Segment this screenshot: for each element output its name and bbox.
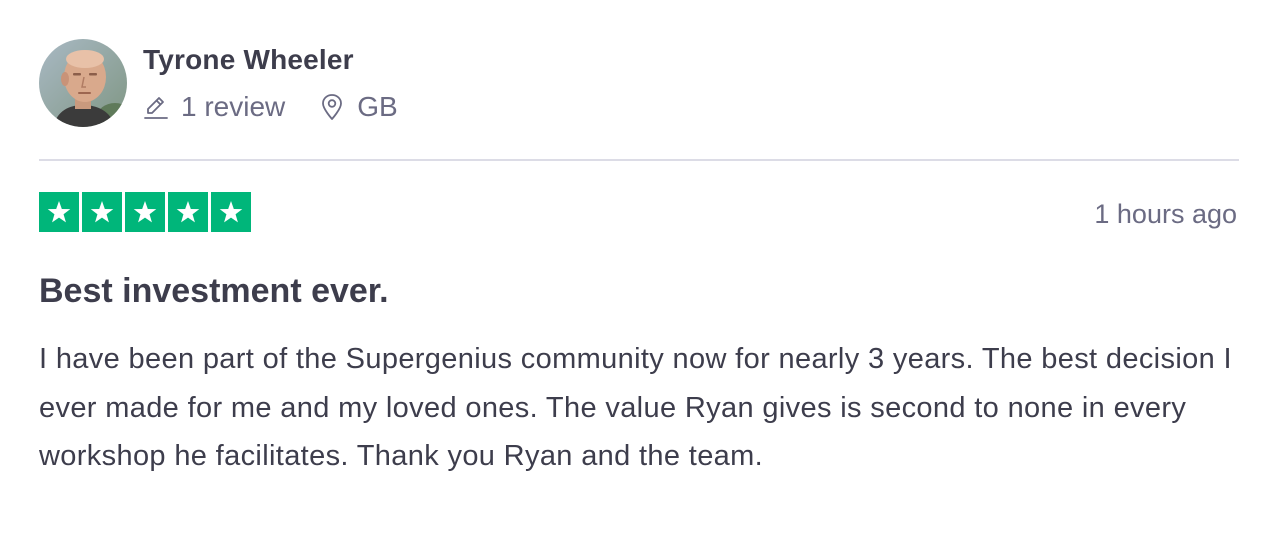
location-label: GB <box>357 91 398 122</box>
pencil-icon <box>144 97 168 119</box>
location-pin-icon <box>322 94 343 120</box>
star-1 <box>39 192 79 232</box>
review-body: I have been part of the Supergenius comm… <box>39 343 1232 472</box>
star-icon <box>133 200 157 223</box>
star-4 <box>168 192 208 232</box>
consumer-meta: 1 review GB <box>143 91 398 123</box>
review-count: 1 review <box>143 91 285 123</box>
review-count-label: 1 review <box>181 91 286 122</box>
star-icon <box>176 200 200 223</box>
star-icon <box>90 200 114 223</box>
consumer-location: GB <box>319 91 398 123</box>
review-timestamp: 1 hours ago <box>1094 199 1237 229</box>
avatar[interactable] <box>39 39 127 127</box>
star-2 <box>82 192 122 232</box>
star-icon <box>47 200 71 223</box>
review-card: Tyrone Wheeler 1 review GB 1 hours ago B… <box>0 0 1280 553</box>
consumer-info: Tyrone Wheeler 1 review GB <box>143 39 398 123</box>
star-3 <box>125 192 165 232</box>
consumer-header: Tyrone Wheeler 1 review GB <box>39 39 398 129</box>
star-5 <box>211 192 251 232</box>
review-title[interactable]: Best investment ever. <box>39 270 389 312</box>
divider <box>39 159 1239 161</box>
star-rating <box>39 192 251 232</box>
star-icon <box>219 200 243 223</box>
consumer-name[interactable]: Tyrone Wheeler <box>143 43 398 77</box>
